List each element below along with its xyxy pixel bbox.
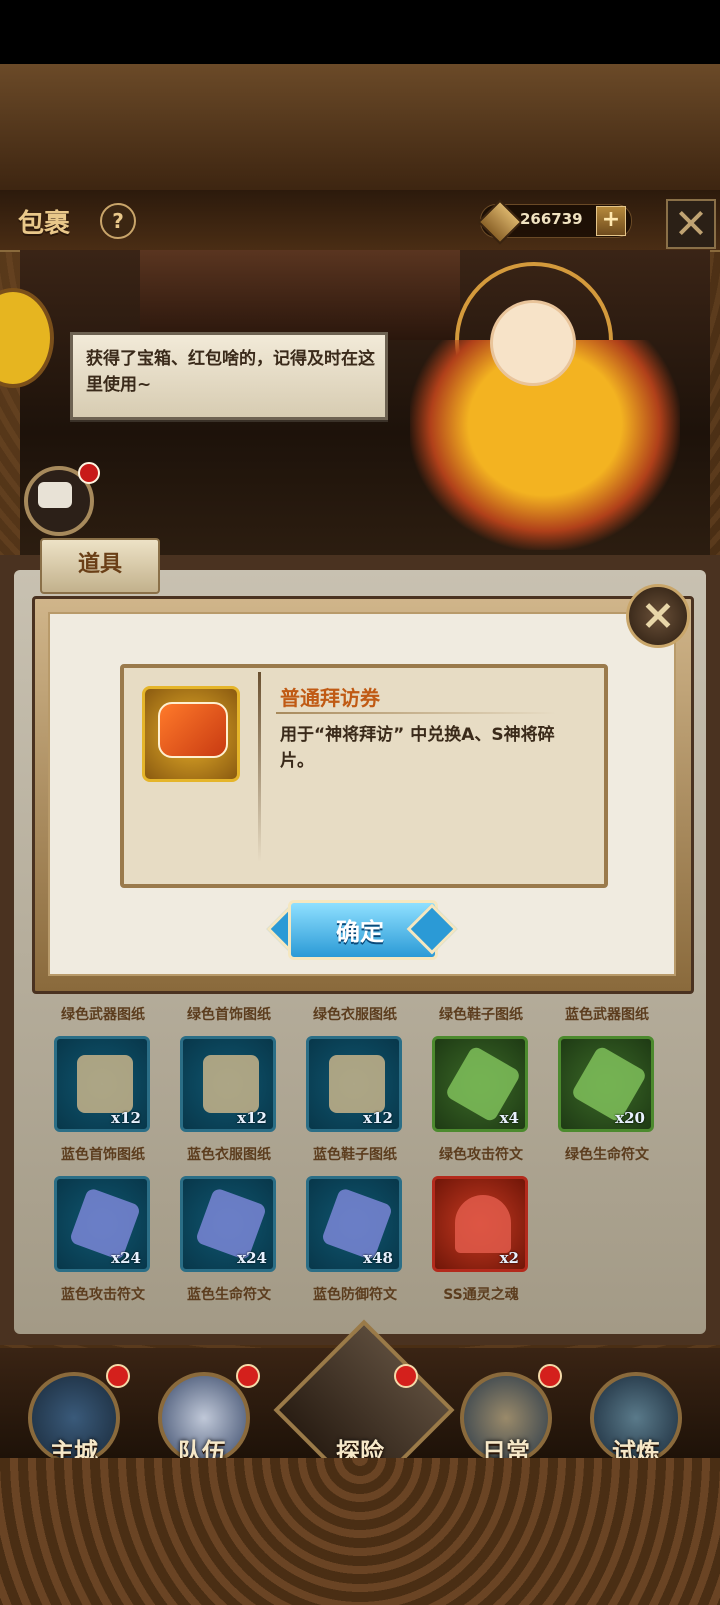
item-label: 绿色武器图纸 <box>61 1007 145 1023</box>
item-label: 绿色攻击符文 <box>439 1147 523 1163</box>
item-count: x20 <box>615 1109 645 1127</box>
notification-dot <box>106 1364 130 1388</box>
notification-dot <box>78 462 100 484</box>
bottom-decor <box>0 1458 720 1605</box>
visit-ticket-icon <box>158 702 228 758</box>
blue-blueprint-icon <box>203 1055 259 1113</box>
name-underline <box>276 712 556 714</box>
notification-dot <box>394 1364 418 1388</box>
item-count: x2 <box>499 1249 519 1267</box>
blue-blueprint-icon <box>77 1055 133 1113</box>
inventory-item[interactable]: x4 <box>432 1036 528 1132</box>
tab-props[interactable]: 道具 <box>40 538 160 594</box>
notification-dot <box>236 1364 260 1388</box>
inventory-item[interactable]: x2 <box>432 1176 528 1272</box>
inventory-item[interactable]: x20 <box>558 1036 654 1132</box>
item-label: 蓝色衣服图纸 <box>187 1147 271 1163</box>
item-count: x48 <box>363 1249 393 1267</box>
speech-text: 获得了宝箱、红包啥的，记得及时在这里使用~ <box>86 349 375 395</box>
item-label: 蓝色生命符文 <box>187 1287 271 1303</box>
item-label: SS通灵之魂 <box>443 1287 519 1303</box>
item-label: 蓝色攻击符文 <box>61 1287 145 1303</box>
close-button[interactable] <box>666 199 716 249</box>
chat-icon <box>38 482 72 508</box>
dialog-close-button[interactable] <box>626 584 690 648</box>
item-label: 蓝色武器图纸 <box>565 1007 649 1023</box>
inventory-item[interactable]: x12 <box>180 1036 276 1132</box>
divider <box>258 672 261 862</box>
item-label: 蓝色防御符文 <box>313 1287 397 1303</box>
help-button[interactable]: ? <box>100 203 136 239</box>
npc-character-head <box>490 300 576 386</box>
item-label: 绿色生命符文 <box>565 1147 649 1163</box>
top-decor-band <box>0 64 720 194</box>
currency-value: 266739 <box>520 210 583 228</box>
blue-blueprint-icon <box>329 1055 385 1113</box>
inventory-item[interactable]: x24 <box>54 1176 150 1272</box>
item-description: 用于“神将拜访” 中兑换A、S神将碎片。 <box>280 725 555 771</box>
notification-dot <box>538 1364 562 1388</box>
item-count: x12 <box>363 1109 393 1127</box>
item-label: 绿色衣服图纸 <box>313 1007 397 1023</box>
add-currency-button[interactable]: + <box>596 206 626 236</box>
item-count: x24 <box>111 1249 141 1267</box>
building-roof <box>140 250 460 340</box>
item-label: 绿色鞋子图纸 <box>439 1007 523 1023</box>
item-name: 普通拜访券 <box>280 686 380 710</box>
inventory-item[interactable]: x12 <box>306 1036 402 1132</box>
item-count: x4 <box>499 1109 519 1127</box>
page-title: 包裹 <box>18 209 71 239</box>
item-count: x12 <box>237 1109 267 1127</box>
confirm-button-label[interactable]: 确定 <box>270 912 450 947</box>
inventory-item[interactable]: x24 <box>180 1176 276 1272</box>
inventory-item[interactable]: x48 <box>306 1176 402 1272</box>
item-label: 绿色首饰图纸 <box>187 1007 271 1023</box>
hooded-soul-icon <box>455 1195 511 1253</box>
inventory-item[interactable]: x12 <box>54 1036 150 1132</box>
item-count: x24 <box>237 1249 267 1267</box>
status-bar <box>0 0 720 64</box>
item-label: 蓝色鞋子图纸 <box>313 1147 397 1163</box>
item-count: x12 <box>111 1109 141 1127</box>
item-label: 蓝色首饰图纸 <box>61 1147 145 1163</box>
